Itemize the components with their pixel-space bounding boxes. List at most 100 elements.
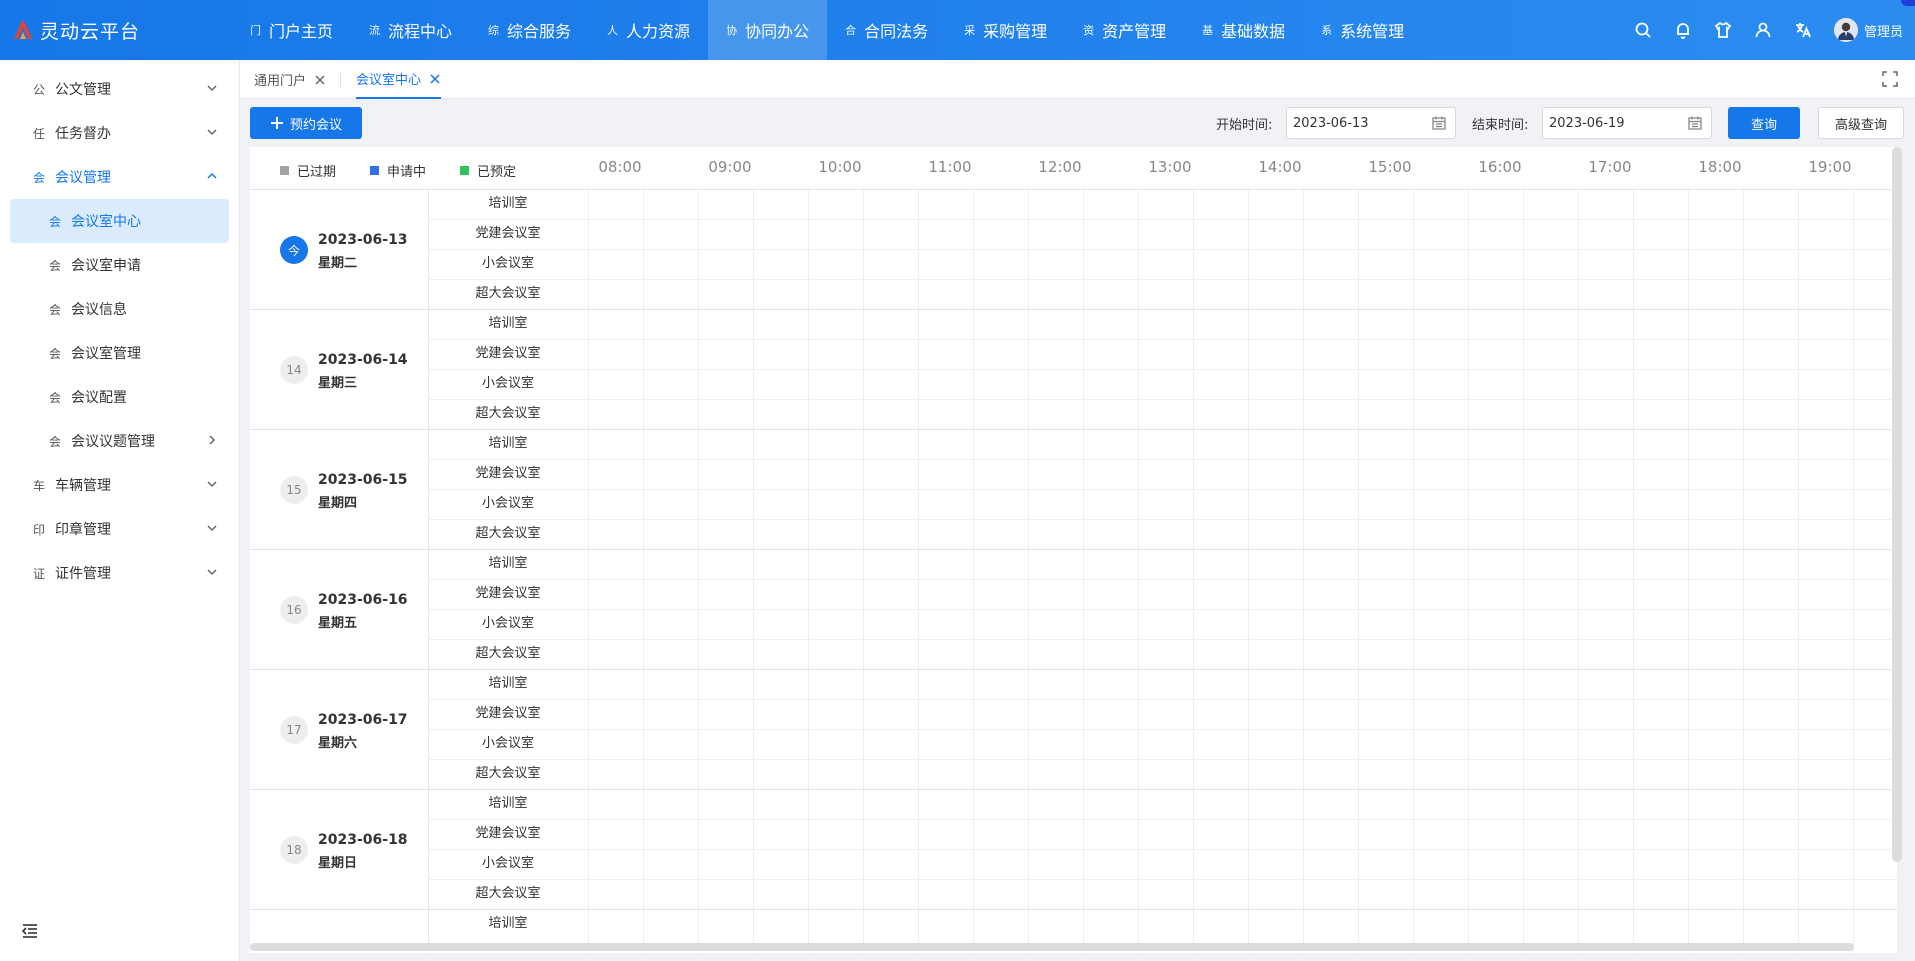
tab-portal[interactable]: 通用门户 (254, 60, 326, 99)
chevron-down-icon (205, 565, 221, 581)
room-timeline-row[interactable] (588, 639, 1897, 669)
sidebar-item-label: 印章管理 (55, 522, 111, 538)
sidebar-item-0[interactable]: 公公文管理 (10, 67, 229, 111)
room-timeline-row[interactable] (588, 189, 1897, 219)
room-timeline-row[interactable] (588, 549, 1897, 579)
day-badge: 16 (280, 596, 308, 624)
nav-item-5[interactable]: 合合同法务 (827, 0, 946, 60)
nav-icon: 人 (607, 24, 619, 37)
sidebar-item-2[interactable]: 会会议管理 (10, 155, 229, 199)
sidebar-item-9[interactable]: 车车辆管理 (10, 463, 229, 507)
close-icon[interactable] (314, 74, 326, 86)
room-timeline-row[interactable] (588, 909, 1897, 939)
nav-icon: 综 (488, 24, 500, 37)
nav-item-8[interactable]: 基基础数据 (1184, 0, 1303, 60)
room-label: 党建会议室 (475, 466, 541, 481)
advanced-query-button[interactable]: 高级查询 (1818, 107, 1904, 139)
sidebar-item-5[interactable]: 会会议信息 (10, 287, 229, 331)
time-slot-label: 08:00 (598, 158, 642, 176)
vertical-scrollbar[interactable] (1892, 147, 1902, 862)
close-icon[interactable] (429, 73, 441, 85)
room-timeline-row[interactable] (588, 249, 1897, 279)
day-weekday: 星期五 (318, 616, 358, 631)
tab-divider (340, 73, 341, 87)
nav-item-4[interactable]: 协协同办公 (708, 0, 828, 60)
room-label: 党建会议室 (475, 826, 541, 841)
room-timeline-row[interactable] (588, 819, 1897, 849)
user-icon[interactable] (1746, 13, 1780, 47)
menu-icon: 会 (48, 346, 61, 361)
room-timeline-row[interactable] (588, 849, 1897, 879)
room-timeline-row[interactable] (588, 789, 1897, 819)
room-timeline-row[interactable] (588, 579, 1897, 609)
shirt-icon[interactable] (1706, 13, 1740, 47)
room-timeline-row[interactable] (588, 459, 1897, 489)
room-label: 小会议室 (481, 616, 534, 631)
room-timeline-row[interactable] (588, 609, 1897, 639)
time-slot-label: 17:00 (1588, 158, 1632, 176)
room-timeline-row[interactable] (588, 309, 1897, 339)
room-timeline-row[interactable] (588, 219, 1897, 249)
calendar-icon[interactable] (1687, 115, 1703, 131)
menu-icon: 会 (48, 258, 61, 273)
sidebar-item-label: 证件管理 (55, 566, 111, 582)
room-timeline-row[interactable] (588, 669, 1897, 699)
nav-item-7[interactable]: 资资产管理 (1065, 0, 1184, 60)
sidebar-item-10[interactable]: 印印章管理 (10, 507, 229, 551)
legend-swatch (370, 166, 379, 175)
room-timeline-row[interactable] (588, 759, 1897, 789)
calendar-icon[interactable] (1431, 115, 1447, 131)
sidebar-item-11[interactable]: 证证件管理 (10, 551, 229, 595)
chevron-down-icon (205, 521, 221, 537)
sidebar-item-7[interactable]: 会会议配置 (10, 375, 229, 419)
nav-icon: 合 (845, 24, 857, 37)
app-logo[interactable]: 灵动云平台 (12, 0, 140, 60)
nav-icon: 门 (250, 24, 261, 37)
sidebar-item-6[interactable]: 会会议室管理 (10, 331, 229, 375)
book-meeting-button[interactable]: 预约会议 (250, 107, 362, 139)
room-timeline-row[interactable] (588, 879, 1897, 909)
tab-meeting-room-center[interactable]: 会议室中心 (356, 60, 442, 99)
nav-item-0[interactable]: 门门户主页 (232, 0, 351, 60)
start-date-picker[interactable]: 2023-06-13 (1286, 107, 1456, 139)
room-timeline-row[interactable] (588, 489, 1897, 519)
end-date-picker[interactable]: 2023-06-19 (1542, 107, 1712, 139)
search-icon[interactable] (1626, 13, 1660, 47)
nav-label: 资产管理 (1102, 22, 1167, 41)
collapse-menu-icon[interactable] (20, 921, 40, 941)
nav-item-2[interactable]: 综综合服务 (470, 0, 589, 60)
legend-swatch (460, 166, 469, 175)
user-menu[interactable]: 管理员 (1833, 18, 1903, 42)
menu-icon: 证 (32, 566, 45, 581)
menu-icon: 会 (32, 170, 45, 185)
nav-item-3[interactable]: 人人力资源 (589, 0, 708, 60)
sidebar-item-1[interactable]: 任任务督办 (10, 111, 229, 155)
room-timeline-row[interactable] (588, 729, 1897, 759)
room-timeline-row[interactable] (588, 699, 1897, 729)
nav-icon: 系 (1321, 24, 1333, 37)
room-timeline-row[interactable] (588, 369, 1897, 399)
query-button[interactable]: 查询 (1728, 107, 1800, 139)
bell-icon[interactable] (1666, 13, 1700, 47)
room-timeline-row[interactable] (588, 339, 1897, 369)
room-timeline-row[interactable] (588, 519, 1897, 549)
sidebar-item-4[interactable]: 会会议室申请 (10, 243, 229, 287)
room-timeline-row[interactable] (588, 429, 1897, 459)
end-date-value: 2023-06-19 (1549, 115, 1625, 131)
fullscreen-icon[interactable] (1881, 70, 1899, 88)
sidebar-item-8[interactable]: 会会议议题管理 (10, 419, 229, 463)
translate-icon[interactable] (1786, 13, 1820, 47)
day-2023-06-14: 14 2023-06-14 星期三 (250, 309, 428, 429)
room-timeline-row[interactable] (588, 399, 1897, 429)
nav-item-9[interactable]: 系系统管理 (1303, 0, 1422, 60)
room-timeline-row[interactable] (588, 279, 1897, 309)
room-label: 超大会议室 (475, 526, 541, 541)
nav-item-1[interactable]: 流流程中心 (351, 0, 470, 60)
sidebar-item-3[interactable]: 会会议室中心 (10, 199, 229, 243)
day-badge: 15 (280, 476, 308, 504)
logo-icon (12, 19, 34, 41)
day-weekday: 星期二 (318, 256, 358, 271)
horizontal-scrollbar[interactable] (250, 943, 1854, 951)
chevron-up-icon (205, 169, 221, 185)
nav-item-6[interactable]: 采采购管理 (946, 0, 1065, 60)
